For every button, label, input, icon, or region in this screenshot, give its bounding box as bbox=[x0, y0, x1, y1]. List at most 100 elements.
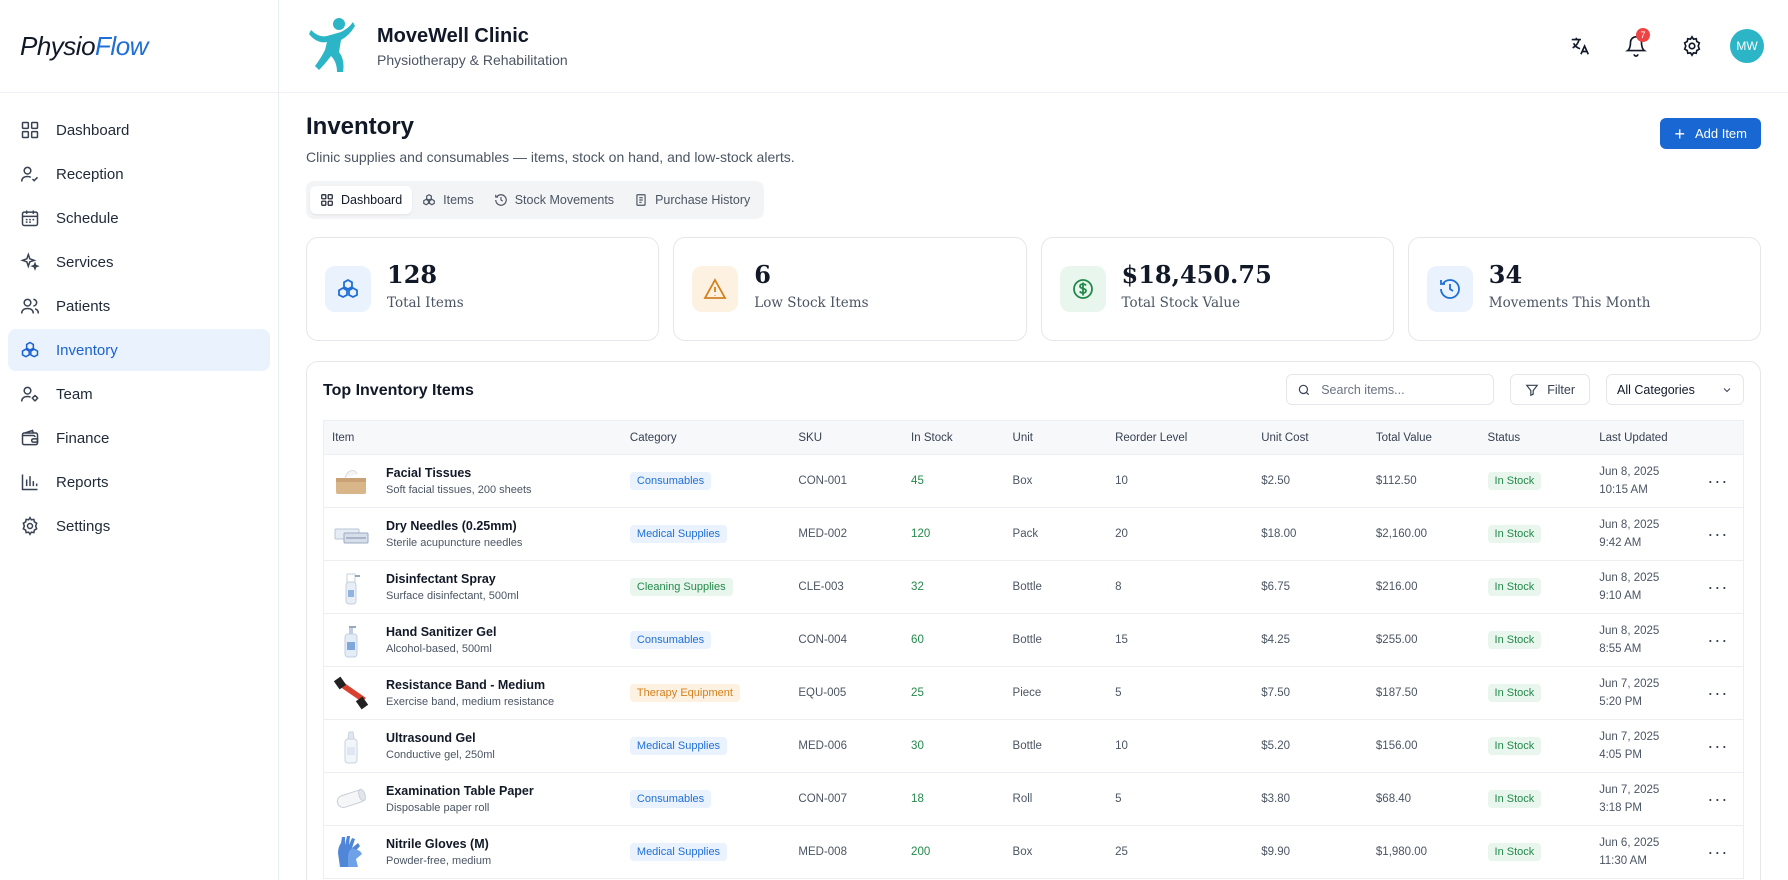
sidebar-item-dashboard[interactable]: Dashboard bbox=[8, 109, 270, 151]
table-row[interactable]: Hand Sanitizer Gel Alcohol-based, 500ml Co… bbox=[323, 613, 1744, 667]
stat-card-movements: 34 Movements This Month bbox=[1407, 237, 1761, 341]
sidebar-item-label: Reports bbox=[56, 473, 109, 491]
item-name[interactable]: Ultrasound Gel bbox=[386, 731, 495, 745]
item-name[interactable]: Examination Table Paper bbox=[386, 784, 534, 798]
user-check-icon bbox=[20, 166, 39, 182]
sparkles-icon bbox=[20, 252, 40, 271]
settings-button[interactable] bbox=[1672, 26, 1712, 66]
row-actions-button[interactable]: ··· bbox=[1692, 825, 1744, 879]
cell-in-stock: 25 bbox=[903, 666, 1005, 720]
item-text: Facial Tissues Soft facial tissues, 200 s… bbox=[386, 466, 532, 496]
updated-date: Jun 8, 2025 bbox=[1599, 519, 1660, 531]
search-input[interactable]: Search items... bbox=[1286, 374, 1495, 405]
brand-name-part1: Physio bbox=[20, 30, 96, 61]
sidebar-item-label: Services bbox=[56, 253, 114, 271]
filter-button[interactable]: Filter bbox=[1510, 374, 1590, 405]
row-actions-button[interactable]: ··· bbox=[1692, 719, 1744, 773]
table-row[interactable]: Resistance Band - Medium Exercise band, m… bbox=[323, 666, 1744, 720]
column-header-unit[interactable]: Unit bbox=[1004, 420, 1108, 455]
add-item-button[interactable]: + Add Item bbox=[1660, 118, 1761, 149]
cell-unit-cost: $5.20 bbox=[1253, 719, 1368, 773]
item-name[interactable]: Disinfectant Spray bbox=[386, 572, 519, 586]
needle-pack-icon bbox=[334, 528, 369, 544]
tab-purchase-history[interactable]: Purchase History bbox=[624, 186, 760, 214]
cell-unit-cost: $6.75 bbox=[1253, 560, 1368, 614]
item-name[interactable]: Hand Sanitizer Gel bbox=[386, 625, 496, 639]
cell-unit: Box bbox=[1004, 454, 1108, 508]
cell-item: Disinfectant Spray Surface disinfectant, … bbox=[323, 560, 622, 614]
table-title: Top Inventory Items bbox=[323, 382, 474, 399]
column-header-unit-cost[interactable]: Unit Cost bbox=[1253, 420, 1368, 455]
category-badge: Cleaning Supplies bbox=[629, 578, 733, 596]
tab-dashboard[interactable]: Dashboard bbox=[310, 186, 413, 214]
history-icon bbox=[1439, 279, 1460, 299]
sidebar-item-services[interactable]: Services bbox=[8, 241, 270, 283]
main-content: Inventory Clinic supplies and consumable… bbox=[279, 93, 1788, 880]
sidebar-item-finance[interactable]: Finance bbox=[8, 417, 270, 459]
updated-time: 3:18 PM bbox=[1599, 802, 1643, 814]
column-header-item[interactable]: Item bbox=[323, 420, 622, 455]
table-row[interactable]: Nitrile Gloves (M) Powder-free, medium Med… bbox=[323, 825, 1744, 879]
notifications-button[interactable]: 7 bbox=[1616, 26, 1656, 66]
column-header-total-value[interactable]: Total Value bbox=[1367, 420, 1480, 455]
row-actions-button[interactable]: ··· bbox=[1692, 454, 1744, 508]
sidebar-item-reception[interactable]: Reception bbox=[8, 153, 270, 195]
cell-item: Nitrile Gloves (M) Powder-free, medium bbox=[323, 825, 622, 879]
clinic-info: MoveWell Clinic Physiotherapy & Rehabili… bbox=[377, 25, 568, 68]
cell-sku: CON-007 bbox=[790, 772, 904, 826]
row-actions-button[interactable]: ··· bbox=[1692, 666, 1744, 720]
column-header-last-updated[interactable]: Last Updated bbox=[1591, 420, 1693, 455]
item-name[interactable]: Dry Needles (0.25mm) bbox=[386, 519, 522, 533]
language-button[interactable] bbox=[1560, 26, 1600, 66]
table-row[interactable]: Ultrasound Gel Conductive gel, 250ml Medic… bbox=[323, 719, 1744, 773]
stats-row: 128 Total Items 6 Low Stock Items $18,45… bbox=[306, 237, 1761, 341]
item-thumbnail bbox=[332, 833, 370, 871]
item-text: Resistance Band - Medium Exercise band, m… bbox=[386, 678, 554, 708]
item-name[interactable]: Nitrile Gloves (M) bbox=[386, 837, 491, 851]
column-header-status[interactable]: Status bbox=[1479, 420, 1592, 455]
row-actions-button[interactable]: ··· bbox=[1692, 613, 1744, 667]
stat-label: Total Items bbox=[387, 294, 464, 311]
sidebar-item-inventory[interactable]: Inventory bbox=[8, 329, 270, 371]
user-avatar[interactable]: MW bbox=[1730, 29, 1764, 63]
gear-icon bbox=[22, 516, 38, 536]
column-header-reorder-level[interactable]: Reorder Level bbox=[1107, 420, 1254, 455]
item-name[interactable]: Facial Tissues bbox=[386, 466, 532, 480]
cell-total-value: $2,160.00 bbox=[1367, 507, 1480, 561]
tab-items[interactable]: Items bbox=[412, 186, 484, 214]
table-row[interactable]: Examination Table Paper Disposable paper … bbox=[323, 772, 1744, 826]
brand-logo[interactable]: Physio Flow bbox=[0, 0, 278, 93]
header-actions: 7 MW bbox=[1544, 26, 1764, 66]
stat-text: 128 Total Items bbox=[387, 260, 464, 311]
row-actions-button[interactable]: ··· bbox=[1692, 772, 1744, 826]
sidebar-item-schedule[interactable]: Schedule bbox=[8, 197, 270, 239]
page-subtitle: Clinic supplies and consumables — items,… bbox=[306, 149, 795, 165]
stat-card-stock-value: $18,450.75 Total Stock Value bbox=[1040, 237, 1394, 341]
row-actions-button[interactable]: ··· bbox=[1692, 507, 1744, 561]
spray-bottle-icon bbox=[345, 573, 360, 605]
gel-bottle-icon bbox=[344, 731, 358, 764]
stat-label: Movements This Month bbox=[1488, 294, 1651, 311]
sidebar-item-team[interactable]: Team bbox=[8, 373, 270, 415]
column-header-category[interactable]: Category bbox=[621, 420, 791, 455]
tab-stock-movements[interactable]: Stock Movements bbox=[484, 186, 624, 214]
sidebar-item-settings[interactable]: Settings bbox=[8, 505, 270, 547]
item-description: Powder-free, medium bbox=[386, 855, 492, 867]
column-header-sku[interactable]: SKU bbox=[790, 420, 904, 455]
row-actions-button[interactable]: ··· bbox=[1692, 560, 1744, 614]
filter-label: Filter bbox=[1547, 382, 1575, 397]
table-row[interactable]: Disinfectant Spray Surface disinfectant, … bbox=[323, 560, 1744, 614]
table-row[interactable]: Dry Needles (0.25mm) Sterile acupuncture … bbox=[323, 507, 1744, 561]
cell-reorder-level: 5 bbox=[1107, 772, 1254, 826]
clinic-logo-icon bbox=[309, 18, 355, 72]
sidebar-item-reports[interactable]: Reports bbox=[8, 461, 270, 503]
table-row[interactable]: Facial Tissues Soft facial tissues, 200 s… bbox=[323, 454, 1744, 508]
item-thumbnail bbox=[332, 780, 370, 818]
item-description: Soft facial tissues, 200 sheets bbox=[386, 484, 532, 496]
item-name[interactable]: Resistance Band - Medium bbox=[386, 678, 554, 692]
column-header-in-stock[interactable]: In Stock bbox=[903, 420, 1005, 455]
sidebar-item-patients[interactable]: Patients bbox=[8, 285, 270, 327]
inventory-tabs: Dashboard Items Stock Movements Purchase… bbox=[306, 181, 765, 219]
gear-icon bbox=[1683, 35, 1701, 57]
category-select[interactable]: All Categories bbox=[1606, 374, 1744, 405]
